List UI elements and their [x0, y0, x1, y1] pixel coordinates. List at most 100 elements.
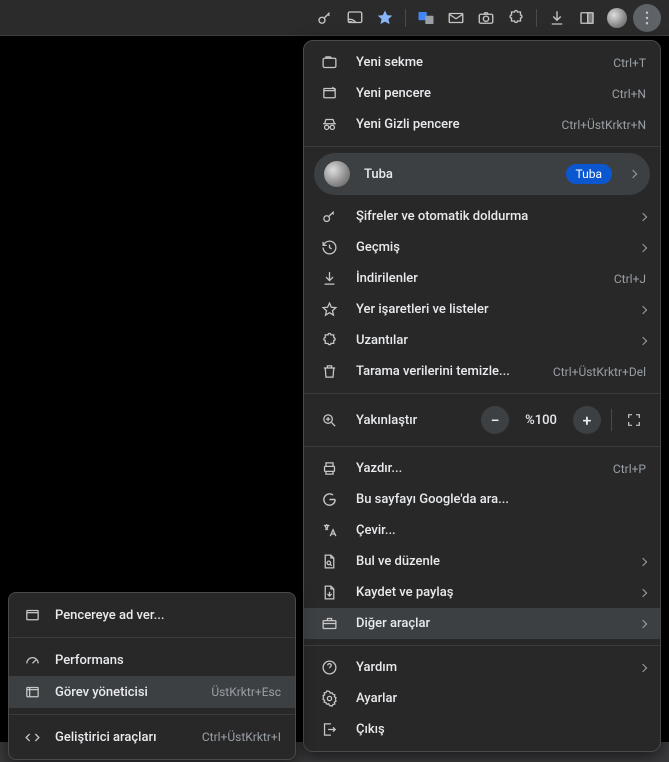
download-icon[interactable] [543, 4, 571, 32]
zoom-icon [320, 411, 338, 429]
chevron-right-icon [639, 588, 647, 596]
menu-shortcut: Ctrl+P [613, 462, 646, 476]
menu-profile[interactable]: Tuba Tuba [314, 153, 650, 195]
cast-icon[interactable] [341, 4, 369, 32]
menu-print[interactable]: Yazdır... Ctrl+P [304, 453, 660, 484]
chevron-right-icon [639, 305, 647, 313]
menu-separator [304, 645, 660, 646]
menu-help[interactable]: Yardım [304, 652, 660, 683]
camera-icon[interactable] [472, 4, 500, 32]
print-icon [320, 460, 338, 478]
profile-avatar-icon [324, 161, 350, 187]
menu-zoom: Yakınlaştır − %100 + [304, 400, 660, 440]
history-icon [320, 239, 338, 257]
submenu-dev-tools[interactable]: Geliştirici araçları Ctrl+ÜstKrktr+I [9, 721, 295, 753]
submenu-label: Performans [55, 653, 281, 668]
menu-history[interactable]: Geçmiş [304, 232, 660, 263]
menu-label: Yeni Gizli pencere [356, 117, 552, 132]
puzzle-icon [320, 332, 338, 350]
menu-label: Bul ve düzenle [356, 554, 628, 569]
zoom-value: %100 [521, 413, 561, 428]
submenu-task-manager[interactable]: Görev yöneticisi ÜstKrktr+Esc [9, 676, 295, 708]
menu-label: Yazdır... [356, 461, 603, 476]
menu-save-share[interactable]: Kaydet ve paylaş [304, 577, 660, 608]
menu-label: Yardım [356, 660, 628, 675]
submenu-name-window[interactable]: Pencereye ad ver... [9, 599, 295, 631]
menu-separator [304, 146, 660, 147]
key-icon [320, 208, 338, 226]
gear-icon [320, 690, 338, 708]
menu-passwords[interactable]: Şifreler ve otomatik doldurma [304, 201, 660, 232]
menu-label: İndirilenler [356, 271, 604, 286]
menu-separator [304, 393, 660, 394]
submenu-shortcut: Ctrl+ÜstKrktr+I [202, 730, 281, 744]
puzzle-icon[interactable] [502, 4, 530, 32]
incognito-icon [320, 116, 338, 134]
zoom-in-button[interactable]: + [573, 406, 601, 434]
menu-label: Bu sayfayı Google'da ara... [356, 492, 646, 507]
menu-label: Geçmiş [356, 240, 628, 255]
translate-icon [320, 522, 338, 540]
menu-bookmarks[interactable]: Yer işaretleri ve listeler [304, 294, 660, 325]
menu-label: Uzantılar [356, 333, 628, 348]
kebab-menu-icon[interactable] [633, 4, 661, 32]
menu-new-tab[interactable]: Yeni sekme Ctrl+T [304, 47, 660, 78]
avatar-icon[interactable] [603, 4, 631, 32]
mail-icon[interactable] [442, 4, 470, 32]
menu-label: Şifreler ve otomatik doldurma [356, 209, 628, 224]
trash-icon [320, 363, 338, 381]
menu-search-google[interactable]: Bu sayfayı Google'da ara... [304, 484, 660, 515]
menu-label: Yeni pencere [356, 86, 602, 101]
chevron-right-icon [639, 557, 647, 565]
menu-find-edit[interactable]: Bul ve düzenle [304, 546, 660, 577]
menu-settings[interactable]: Ayarlar [304, 683, 660, 714]
save-icon [320, 584, 338, 602]
browser-toolbar [0, 0, 669, 36]
exit-icon [320, 721, 338, 739]
menu-exit[interactable]: Çıkış [304, 714, 660, 745]
chevron-right-icon [639, 336, 647, 344]
fullscreen-button[interactable] [622, 408, 646, 432]
menu-shortcut: Ctrl+ÜstKrktr+N [562, 118, 646, 132]
google-icon [320, 491, 338, 509]
panel-icon[interactable] [573, 4, 601, 32]
menu-label: Kaydet ve paylaş [356, 585, 628, 600]
menu-label: Yeni sekme [356, 55, 603, 70]
menu-separator [304, 446, 660, 447]
profile-badge: Tuba [566, 164, 612, 184]
zoom-label: Yakınlaştır [356, 413, 481, 428]
menu-downloads[interactable]: İndirilenler Ctrl+J [304, 263, 660, 294]
menu-extensions[interactable]: Uzantılar [304, 325, 660, 356]
menu-separator [9, 714, 295, 715]
toolbox-icon [320, 615, 338, 633]
tab-icon [320, 54, 338, 72]
zoom-out-button[interactable]: − [481, 406, 509, 434]
menu-label: Çıkış [356, 722, 646, 737]
menu-translate[interactable]: Çevir... [304, 515, 660, 546]
menu-shortcut: Ctrl+T [613, 56, 646, 70]
chevron-right-icon [639, 619, 647, 627]
menu-shortcut: Ctrl+ÜstKrktr+Del [553, 365, 646, 379]
zoom-divider [611, 409, 612, 431]
submenu-performance[interactable]: Performans [9, 644, 295, 676]
menu-more-tools[interactable]: Diğer araçlar [304, 608, 660, 639]
toolbar-divider [536, 9, 537, 27]
chevron-right-icon [639, 243, 647, 251]
document-search-icon [320, 553, 338, 571]
menu-clear-data[interactable]: Tarama verilerini temizle... Ctrl+ÜstKrk… [304, 356, 660, 387]
star-outline-icon [320, 301, 338, 319]
translate-icon[interactable] [412, 4, 440, 32]
profile-name: Tuba [364, 167, 566, 182]
task-manager-icon [23, 683, 41, 701]
code-icon [23, 728, 41, 746]
download-icon [320, 270, 338, 288]
chrome-main-menu: Yeni sekme Ctrl+T Yeni pencere Ctrl+N Ye… [303, 40, 661, 752]
star-icon[interactable] [371, 4, 399, 32]
menu-new-window[interactable]: Yeni pencere Ctrl+N [304, 78, 660, 109]
window-label-icon [23, 606, 41, 624]
chevron-right-icon [639, 212, 647, 220]
chevron-right-icon [639, 663, 647, 671]
key-icon[interactable] [311, 4, 339, 32]
menu-incognito[interactable]: Yeni Gizli pencere Ctrl+ÜstKrktr+N [304, 109, 660, 140]
submenu-label: Geliştirici araçları [55, 730, 192, 745]
